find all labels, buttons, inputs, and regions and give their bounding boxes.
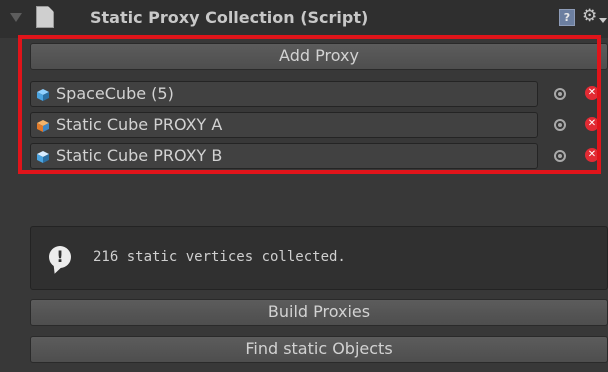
info-message: 216 static vertices collected.	[93, 249, 346, 265]
component-title: Static Proxy Collection (Script)	[90, 8, 369, 27]
help-icon[interactable]: ?	[559, 9, 575, 26]
build-proxies-button[interactable]: Build Proxies	[30, 299, 608, 326]
inspector-panel: Static Proxy Collection (Script) ? ⚙ Add…	[0, 0, 608, 372]
info-help-box: ! 216 static vertices collected.	[30, 226, 608, 290]
highlight-box	[18, 35, 601, 174]
find-static-objects-button[interactable]: Find static Objects	[30, 336, 608, 363]
info-icon: !	[49, 246, 71, 268]
script-file-icon	[36, 6, 54, 28]
component-header[interactable]: Static Proxy Collection (Script) ? ⚙	[0, 0, 608, 38]
gear-icon[interactable]: ⚙	[582, 6, 597, 26]
chevron-down-icon[interactable]	[599, 18, 607, 23]
foldout-arrow-icon[interactable]	[10, 13, 22, 22]
